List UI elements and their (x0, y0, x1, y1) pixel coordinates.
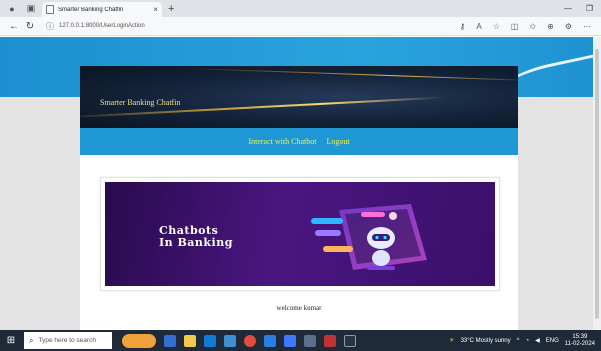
chatbot-banner-image: Chatbots In Banking (105, 182, 495, 286)
address-bar: ← ↻ ⓘ 127.0.0.1:8000/UserLoginAction ⚷ A… (0, 17, 601, 36)
word-icon[interactable] (264, 334, 276, 347)
read-aloud-icon[interactable]: A (476, 22, 481, 31)
scrollbar-thumb[interactable] (595, 49, 599, 319)
taskbar-apps (122, 333, 356, 348)
window-controls: — ❐ (564, 4, 593, 13)
reload-icon[interactable]: ↻ (22, 21, 38, 32)
banner-card: Chatbots In Banking (100, 177, 500, 291)
volume-icon[interactable]: ◀ (535, 337, 540, 344)
chatbot-robot-illustration (311, 204, 427, 270)
edge-browser-icon[interactable] (204, 334, 216, 347)
url-field[interactable]: ⓘ 127.0.0.1:8000/UserLoginAction (46, 21, 459, 32)
widgets-icon[interactable] (122, 333, 156, 348)
tray-overflow-icon[interactable]: ^ (517, 338, 520, 344)
banner-heading: Chatbots In Banking (159, 225, 233, 249)
more-options-icon[interactable]: ⋯ (583, 22, 591, 31)
favorite-star-icon[interactable]: ☆ (493, 22, 500, 31)
minimize-icon[interactable]: — (564, 4, 572, 13)
browser-tab[interactable]: Smarter Banking Chatfin × (42, 2, 162, 17)
app-icon-red[interactable] (324, 334, 336, 347)
os-taskbar: ⊞ ⌕ Type here to search ☀ 33°C Mostly su… (0, 330, 601, 351)
terminal-icon[interactable] (304, 334, 316, 347)
page-favicon-icon (46, 5, 54, 14)
main-nav: Interact with Chatbot Logout (80, 128, 518, 155)
key-icon[interactable]: ⚷ (459, 22, 465, 31)
command-prompt-icon[interactable] (344, 334, 356, 347)
python-idle-icon[interactable] (284, 334, 296, 347)
url-text[interactable]: 127.0.0.1:8000/UserLoginAction (59, 23, 145, 29)
new-tab-button[interactable]: + (168, 3, 174, 15)
nav-logout-link[interactable]: Logout (326, 137, 349, 146)
page-viewport: Smarter Banking Chatfin Interact with Ch… (0, 37, 601, 330)
taskbar-search-placeholder: Type here to search (38, 337, 96, 344)
browser-tab-bar: ● ▣ Smarter Banking Chatfin × + — ❐ (0, 0, 601, 17)
info-icon[interactable]: ⓘ (46, 21, 54, 32)
task-view-icon[interactable] (164, 334, 176, 347)
hero-header: Smarter Banking Chatfin (80, 66, 518, 128)
nav-interact-chatbot-link[interactable]: Interact with Chatbot (248, 137, 316, 146)
system-tray: ☀ 33°C Mostly sunny ^ ◔ ◀ ENG 15:39 11-0… (449, 334, 595, 348)
network-icon[interactable]: ◔ (525, 338, 529, 344)
profile-icon[interactable]: ● (5, 3, 19, 14)
welcome-message: welcome kumar (276, 304, 322, 312)
weather-icon[interactable]: ☀ (449, 337, 454, 344)
close-tab-icon[interactable]: × (153, 5, 158, 14)
site-title: Smarter Banking Chatfin (100, 98, 181, 107)
banner-line-2: In Banking (159, 236, 233, 249)
split-screen-icon[interactable]: ◫ (511, 22, 519, 31)
file-explorer-icon[interactable] (184, 334, 196, 347)
collections-icon[interactable]: ⊕ (547, 22, 554, 31)
restore-icon[interactable]: ❐ (586, 4, 593, 13)
clock-time: 15:39 (572, 333, 588, 340)
weather-text[interactable]: 33°C Mostly sunny (461, 338, 511, 344)
chrome-icon[interactable] (244, 334, 256, 347)
browser-toolbar: ⚷ A ☆ ◫ ✩ ⊕ ⚙ ⋯ (459, 22, 591, 31)
tab-actions-icon[interactable]: ▣ (24, 3, 38, 14)
favorites-icon[interactable]: ✩ (529, 22, 536, 31)
site-container: Smarter Banking Chatfin Interact with Ch… (80, 66, 518, 330)
page-scrollbar[interactable] (593, 37, 601, 330)
taskbar-clock[interactable]: 15:39 11-02-2024 (565, 334, 595, 348)
taskbar-search[interactable]: ⌕ Type here to search (24, 332, 112, 349)
windows-start-icon[interactable]: ⊞ (0, 330, 22, 351)
mail-icon[interactable] (224, 334, 236, 347)
extensions-icon[interactable]: ⚙ (565, 22, 572, 31)
search-icon: ⌕ (29, 335, 34, 345)
clock-date: 11-02-2024 (564, 340, 595, 347)
language-indicator[interactable]: ENG (546, 338, 559, 344)
back-icon[interactable]: ← (6, 21, 22, 32)
tab-title: Smarter Banking Chatfin (58, 6, 124, 13)
